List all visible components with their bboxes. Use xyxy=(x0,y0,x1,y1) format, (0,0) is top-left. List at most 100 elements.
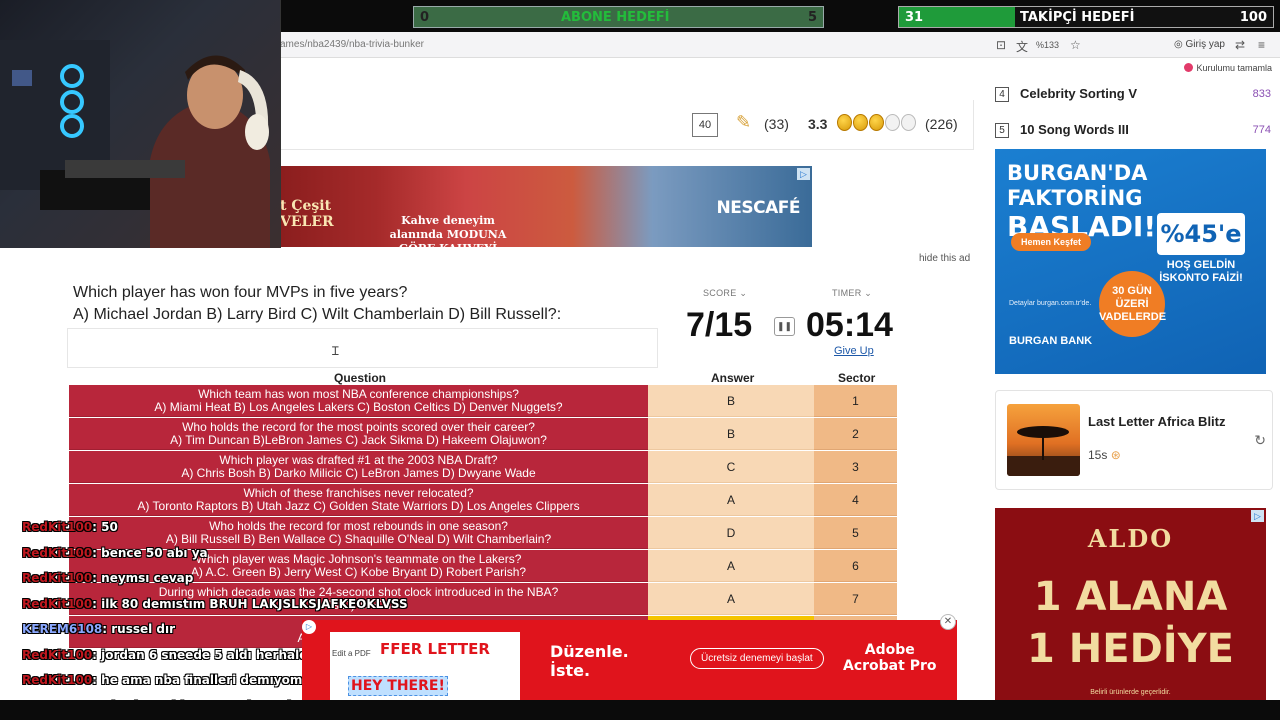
nescafe-ad-tagline: Kahve deneyim alanında MODUNA GÖRE KAHVE… xyxy=(389,214,507,247)
answer-input[interactable] xyxy=(67,328,658,368)
chat-text: : ilk 80 demıstım BRUH LAKJSLKSJAFKEOKLV… xyxy=(92,596,408,611)
burgan-details: Detaylar burgan.com.tr'de. xyxy=(1009,300,1092,307)
chat-username: RedKit100 xyxy=(22,571,93,585)
share-icon[interactable]: ✎ xyxy=(736,112,751,133)
comments-count[interactable]: 40 xyxy=(692,113,718,137)
bookmark-star-icon[interactable]: ☆ xyxy=(1070,38,1081,52)
chat-message: KEREM6108: russel dır xyxy=(22,622,175,636)
column-header-answer: Answer xyxy=(711,371,755,385)
rating-medal-icon[interactable] xyxy=(885,114,900,131)
stopwatch-icon: ⊛ xyxy=(1110,448,1121,462)
question-cell: Who holds the record for most rebounds i… xyxy=(69,517,648,549)
hide-ad-link[interactable]: hide this ad xyxy=(919,253,970,264)
chat-text: : he ama nba finalleri demıyomus kı xyxy=(92,673,335,687)
recommended-quiz-title[interactable]: Last Letter Africa Blitz xyxy=(1088,414,1226,429)
recommended-quiz-card[interactable]: Last Letter Africa Blitz 15s ⊛ ↻ xyxy=(995,390,1273,490)
webcam-feed xyxy=(0,0,281,248)
login-button[interactable]: ◎ Giriş yap xyxy=(1174,39,1225,50)
adchoices-icon[interactable]: ▷ xyxy=(797,168,810,180)
acrobat-doc-line1: FFER LETTER xyxy=(380,640,490,658)
aldo-logo: ALDO xyxy=(1087,524,1174,553)
answer-cell: A xyxy=(648,484,814,516)
burgan-discover-button[interactable]: Hemen Keşfet xyxy=(1011,233,1092,251)
answer-cell: A xyxy=(648,583,814,615)
row-options: A) Tim Duncan B)LeBron James C) Jack Sik… xyxy=(170,433,547,447)
table-row: Which player was drafted #1 at the 2003 … xyxy=(69,451,897,483)
column-header-question: Question xyxy=(334,371,387,385)
sector-cell: 5 xyxy=(814,517,897,549)
follower-goal-current: 31 xyxy=(905,10,924,25)
quiz-stats-bar: 40 ✎ (33) 3.3 (226) xyxy=(280,100,974,150)
answer-cell: D xyxy=(648,517,814,549)
sector-cell: 4 xyxy=(814,484,897,516)
nescafe-logo: NESCAFÉ xyxy=(716,198,801,218)
chat-message: RedKit100: neymsı cevap xyxy=(22,571,193,585)
recommended-quiz-image xyxy=(1007,404,1080,476)
acrobat-trial-button[interactable]: Ücretsiz denemeyi başlat xyxy=(690,648,824,669)
menu-icon[interactable]: ≡ xyxy=(1258,38,1265,52)
subscriber-goal-target: 5 xyxy=(807,10,817,25)
row-options: A) Toronto Raptors B) Utah Jazz C) Golde… xyxy=(137,499,580,513)
row-options: A) Chris Bosh B) Darko Milicic C) LeBron… xyxy=(181,466,536,480)
follower-goal-target: 100 xyxy=(1239,10,1267,25)
reader-view-icon[interactable]: ⊡ xyxy=(996,38,1006,52)
pause-button[interactable]: ❚❚ xyxy=(774,317,795,336)
chat-username: RedKit100 xyxy=(22,673,93,687)
refresh-icon[interactable]: ↻ xyxy=(1254,432,1266,449)
subscriber-goal: 0 ABONE HEDEFİ 5 xyxy=(413,6,824,28)
aldo-offer-line1: 1 ALANA xyxy=(1033,574,1228,620)
adchoices-icon[interactable]: ▷ xyxy=(302,620,316,634)
close-ad-icon[interactable]: ✕ xyxy=(940,614,956,630)
table-row: Which team has won most NBA conference c… xyxy=(69,385,897,417)
sector-cell: 6 xyxy=(814,550,897,582)
text-cursor-icon: Ɪ xyxy=(332,344,339,358)
nescafe-ad[interactable]: t Çeşit VELER Kahve deneyim alanında MOD… xyxy=(280,166,812,247)
question-options: A) Michael Jordan B) Larry Bird C) Wilt … xyxy=(73,306,562,323)
ranked-quiz-count: 774 xyxy=(1252,124,1271,136)
zoom-level[interactable]: %133 xyxy=(1036,40,1059,50)
rating-medal-icon[interactable] xyxy=(837,114,852,131)
ranked-quiz-title[interactable]: 10 Song Words III xyxy=(1020,122,1129,137)
chat-text: : jordan 6 sneede 5 aldı herhalde xyxy=(92,647,316,662)
burgan-percent: %45'e xyxy=(1157,213,1245,255)
ranked-quiz-item[interactable]: 4 Celebrity Sorting V 833 xyxy=(995,84,1271,108)
rating-medal-icon[interactable] xyxy=(901,114,916,131)
chat-username: KEREM6108 xyxy=(22,622,103,636)
subscriber-goal-current: 0 xyxy=(420,10,430,25)
chat-message: RedKit100: ilk 80 demıstım BRUH LAKJSLKS… xyxy=(22,597,408,611)
address-bar[interactable]: ames/nba2439/nba-trivia-bunker ⊡ 文 %133 … xyxy=(280,32,1280,58)
burgan-bank-ad[interactable]: BURGAN'DA FAKTORİNG BAŞLADI! Hemen Keşfe… xyxy=(995,149,1266,374)
acrobat-edit-pdf-label: Edit a PDF xyxy=(332,649,371,658)
give-up-link[interactable]: Give Up xyxy=(834,345,874,357)
ranked-quiz-count: 833 xyxy=(1252,88,1271,100)
ranked-quiz-item[interactable]: 5 10 Song Words III 774 xyxy=(995,120,1271,144)
translate-icon[interactable]: 文 xyxy=(1016,38,1028,55)
profile-icon: ◎ xyxy=(1174,39,1186,50)
sector-cell: 2 xyxy=(814,418,897,450)
extensions-icon[interactable]: ⇄ xyxy=(1235,38,1245,52)
aldo-ad[interactable]: ▷ ALDO 1 ALANA 1 HEDİYE Belirli ürünlerd… xyxy=(995,508,1266,700)
url-text[interactable]: ames/nba2439/nba-trivia-bunker xyxy=(280,39,424,50)
adobe-acrobat-ad[interactable]: Edit a PDF FFER LETTER HEY THERE! Düzenl… xyxy=(302,620,957,700)
question-cell: Which player was drafted #1 at the 2003 … xyxy=(69,451,648,483)
acrobat-slogan: Düzenle. İste. xyxy=(550,642,629,680)
rating-medals[interactable] xyxy=(837,114,917,136)
chat-text: : 50 xyxy=(92,520,118,534)
chat-message: RedKit100: jordan 6 sneede 5 aldı herhal… xyxy=(22,648,316,662)
chat-message: RedKit100: bence 50 abı ya xyxy=(22,546,208,560)
share-count: (33) xyxy=(764,116,789,132)
sector-cell: 7 xyxy=(814,583,897,615)
ranked-quiz-title[interactable]: Celebrity Sorting V xyxy=(1020,86,1137,101)
sector-cell: 1 xyxy=(814,385,897,417)
timer-label: TIMER ⌄ xyxy=(832,288,873,298)
chat-message: RedKit100: he ama nba finalleri demıyomu… xyxy=(22,673,334,687)
answer-cell: B xyxy=(648,385,814,417)
extension-strip: Kurulumu tamamla xyxy=(280,58,1280,78)
rating-medal-icon[interactable] xyxy=(853,114,868,131)
current-question: Which player has won four MVPs in five y… xyxy=(73,282,561,326)
chat-username: RedKit100 xyxy=(22,520,93,534)
install-prompt[interactable]: Kurulumu tamamla xyxy=(1184,63,1272,73)
adchoices-icon[interactable]: ▷ xyxy=(1251,510,1264,522)
nescafe-ad-left-text: t Çeşit VELER xyxy=(280,198,334,230)
rating-medal-icon[interactable] xyxy=(869,114,884,131)
